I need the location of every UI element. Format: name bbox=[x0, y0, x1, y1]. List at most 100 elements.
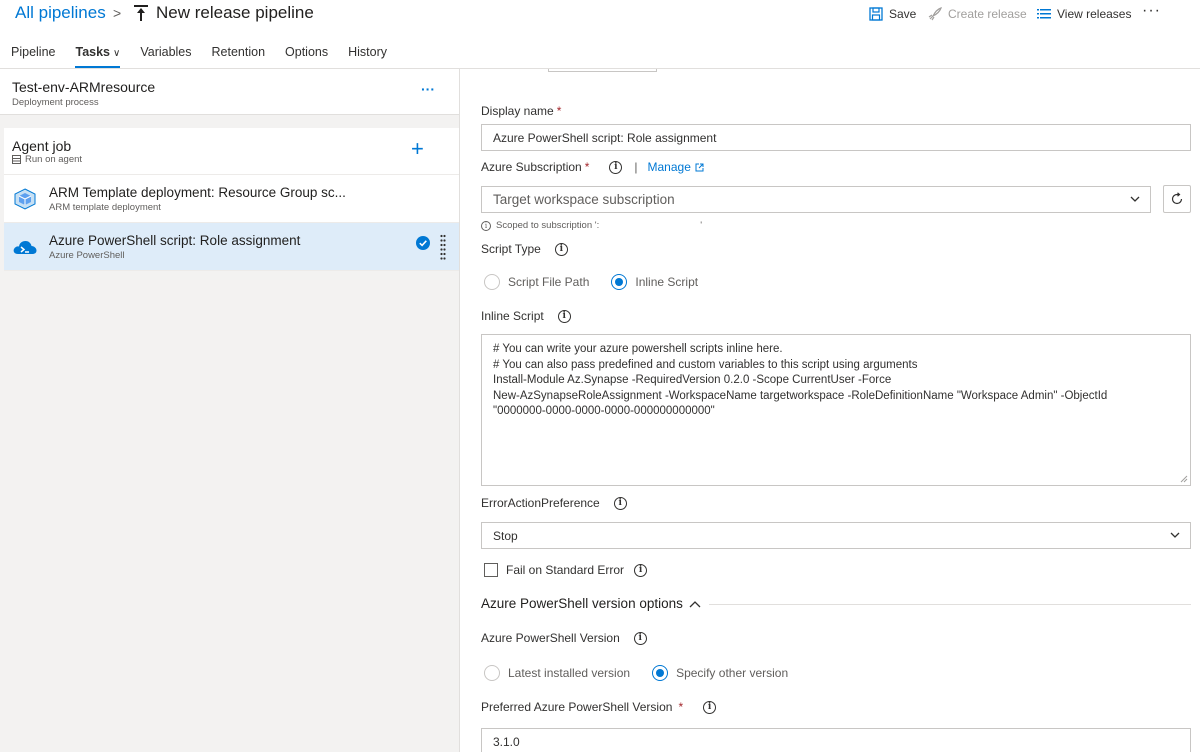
radio-specify-other-version[interactable] bbox=[652, 665, 669, 681]
tab-bar: Pipeline Tasks ∨ Variables Retention Opti… bbox=[0, 38, 397, 68]
rocket-icon bbox=[928, 7, 942, 21]
scoped-text-tail: ' bbox=[700, 220, 703, 231]
azure-subscription-value: Target workspace subscription bbox=[493, 192, 675, 207]
resize-grip-icon[interactable] bbox=[1180, 475, 1188, 483]
refresh-button[interactable] bbox=[1163, 185, 1191, 213]
arm-template-icon bbox=[14, 188, 36, 210]
release-pipeline-editor: All pipelines > New release pipeline Sav… bbox=[0, 0, 1200, 752]
tab-retention[interactable]: Retention bbox=[202, 38, 276, 68]
error-action-preference-label-text: ErrorActionPreference bbox=[481, 496, 600, 510]
save-icon bbox=[869, 7, 883, 21]
page-title: New release pipeline bbox=[156, 3, 314, 22]
agent-job-sub-label: Run on agent bbox=[25, 154, 83, 165]
radio-inline-script[interactable] bbox=[611, 274, 628, 290]
info-icon[interactable]: i bbox=[613, 496, 627, 510]
tab-options[interactable]: Options bbox=[275, 38, 338, 68]
script-type-label: Script Type i bbox=[481, 242, 568, 256]
view-releases-label: View releases bbox=[1057, 7, 1132, 21]
display-name-label: Display name * bbox=[481, 104, 561, 118]
radio-label: Inline Script bbox=[635, 275, 699, 289]
fail-on-standard-error-label: Fail on Standard Error bbox=[506, 563, 625, 577]
radio-label: Latest installed version bbox=[508, 666, 631, 680]
agent-job-title: Agent job bbox=[12, 138, 72, 154]
server-icon bbox=[12, 155, 21, 164]
radio-latest-installed-version[interactable] bbox=[484, 665, 500, 681]
inline-script-editor[interactable]: # You can write your azure powershell sc… bbox=[481, 334, 1191, 486]
info-icon[interactable]: i bbox=[633, 631, 647, 645]
task-item-arm-template[interactable]: ARM Template deployment: Resource Group … bbox=[4, 175, 459, 223]
azure-subscription-label-text: Azure Subscription bbox=[481, 160, 582, 174]
error-action-preference-dropdown[interactable]: Stop bbox=[481, 522, 1191, 549]
agent-job[interactable]: Agent job Run on agent + bbox=[4, 128, 459, 175]
stage-subtitle: Deployment process bbox=[12, 97, 99, 108]
breadcrumb-all-pipelines[interactable]: All pipelines bbox=[15, 3, 106, 23]
tab-tasks[interactable]: Tasks ∨ bbox=[65, 38, 130, 68]
inline-script-label: Inline Script i bbox=[481, 309, 571, 323]
separator: | bbox=[634, 160, 638, 174]
agent-job-list: Agent job Run on agent + ARM Template de… bbox=[4, 128, 459, 271]
script-type-label-text: Script Type bbox=[481, 242, 541, 256]
checkmark-icon bbox=[416, 236, 430, 250]
scoped-text: Scoped to subscription ': bbox=[496, 220, 600, 231]
display-name-input[interactable]: Azure PowerShell script: Role assignment bbox=[481, 124, 1191, 151]
task-item-azure-powershell[interactable]: Azure PowerShell script: Role assignment… bbox=[4, 223, 459, 271]
info-icon[interactable]: i bbox=[554, 242, 568, 256]
error-action-preference-label: ErrorActionPreference i bbox=[481, 496, 627, 510]
chevron-down-icon bbox=[1170, 532, 1180, 538]
chevron-down-icon bbox=[1130, 196, 1140, 202]
task-subtitle: Azure PowerShell bbox=[49, 250, 125, 261]
script-line: # You can write your azure powershell sc… bbox=[493, 343, 783, 355]
release-pipeline-icon bbox=[134, 5, 148, 21]
stage-name: Test-env-ARMresource bbox=[12, 79, 156, 95]
azure-subscription-label: Azure Subscription * i | Manage bbox=[481, 160, 704, 174]
drag-handle-icon[interactable] bbox=[440, 234, 446, 260]
scoped-subscription-note: i Scoped to subscription ': ' bbox=[481, 220, 702, 231]
radio-script-file-path[interactable] bbox=[484, 274, 500, 290]
tab-history[interactable]: History bbox=[338, 38, 397, 68]
required-marker: * bbox=[584, 160, 590, 174]
display-name-label-text: Display name bbox=[481, 104, 554, 118]
view-releases-button[interactable]: View releases bbox=[1037, 7, 1131, 21]
azure-subscription-dropdown[interactable]: Target workspace subscription bbox=[481, 186, 1151, 213]
preferred-powershell-version-label-text: Preferred Azure PowerShell Version bbox=[481, 700, 673, 714]
task-list-panel: Test-env-ARMresource Deployment process … bbox=[0, 69, 460, 752]
tab-tasks-label: Tasks bbox=[75, 45, 110, 59]
page-header: All pipelines > New release pipeline Sav… bbox=[0, 0, 1200, 34]
more-actions-button[interactable]: ··· bbox=[1142, 2, 1161, 20]
stage-more-button[interactable]: ··· bbox=[421, 81, 435, 97]
manage-link[interactable]: Manage bbox=[648, 160, 691, 174]
fail-on-standard-error-row: Fail on Standard Error i bbox=[484, 563, 648, 577]
tab-variables[interactable]: Variables bbox=[130, 38, 201, 68]
deployment-process-header[interactable]: Test-env-ARMresource Deployment process … bbox=[0, 69, 459, 115]
preferred-powershell-version-input[interactable]: 3.1.0 bbox=[481, 728, 1191, 752]
fail-on-standard-error-checkbox[interactable] bbox=[484, 563, 498, 577]
inline-script-label-text: Inline Script bbox=[481, 309, 544, 323]
create-release-button[interactable]: Create release bbox=[928, 7, 1027, 21]
script-line: "0000000-0000-0000-0000-000000000000" bbox=[493, 405, 715, 417]
script-line: New-AzSynapseRoleAssignment -WorkspaceNa… bbox=[493, 389, 1108, 402]
task-subtitle: ARM template deployment bbox=[49, 202, 161, 213]
info-icon[interactable]: i bbox=[557, 309, 571, 323]
preferred-powershell-version-label: Preferred Azure PowerShell Version * i bbox=[481, 700, 717, 714]
create-release-label: Create release bbox=[948, 7, 1027, 21]
refresh-icon bbox=[1171, 192, 1183, 205]
radio-label: Script File Path bbox=[508, 275, 590, 289]
error-action-preference-value: Stop bbox=[493, 529, 518, 543]
required-marker: * bbox=[556, 104, 562, 118]
info-icon[interactable]: i bbox=[609, 160, 623, 174]
save-button[interactable]: Save bbox=[869, 7, 916, 21]
save-label: Save bbox=[889, 7, 917, 21]
info-icon[interactable]: i bbox=[634, 563, 648, 577]
breadcrumb-separator: > bbox=[113, 5, 122, 21]
info-icon[interactable]: i bbox=[703, 700, 717, 714]
azure-powershell-version-label: Azure PowerShell Version i bbox=[481, 631, 647, 645]
required-marker: * bbox=[678, 700, 684, 714]
powershell-version-radio-group: Latest installed version Specify other v… bbox=[484, 665, 788, 681]
external-link-icon bbox=[695, 163, 704, 171]
version-options-section-toggle[interactable]: Azure PowerShell version options bbox=[481, 596, 701, 611]
script-line: # You can also pass predefined and custo… bbox=[493, 358, 918, 371]
info-icon: i bbox=[481, 220, 491, 231]
add-task-button[interactable]: + bbox=[411, 136, 424, 162]
tab-pipeline[interactable]: Pipeline bbox=[0, 38, 65, 68]
task-title: ARM Template deployment: Resource Group … bbox=[49, 185, 346, 200]
